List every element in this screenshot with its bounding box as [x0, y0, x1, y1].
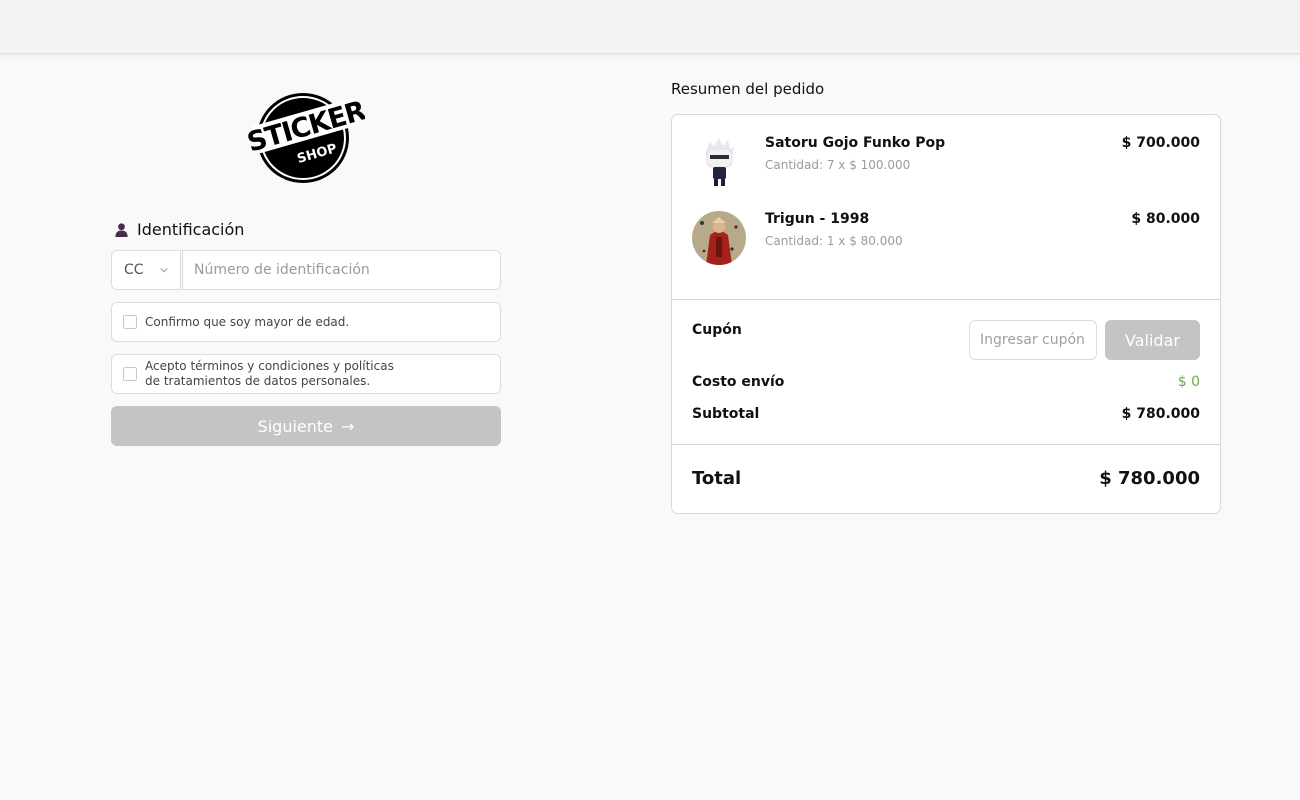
item-quantity: Cantidad: 7 x $ 100.000 — [765, 158, 911, 172]
item-name: Satoru Gojo Funko Pop — [765, 135, 946, 151]
coupon-label: Cupón — [692, 322, 742, 338]
top-bar — [0, 0, 1300, 54]
identification-title: Identificación — [137, 220, 245, 239]
id-number-input[interactable] — [182, 250, 501, 290]
item-price: $ 80.000 — [1131, 211, 1200, 227]
order-totals: Cupón Validar Costo envío $ 0 Subtotal $… — [672, 300, 1220, 445]
order-summary-title: Resumen del pedido — [671, 80, 825, 98]
item-price: $ 700.000 — [1121, 135, 1200, 151]
identification-heading: Identificación — [114, 220, 501, 239]
next-button-label: Siguiente — [257, 416, 334, 436]
shipping-label: Costo envío — [692, 374, 785, 390]
total-row: Total $ 780.000 — [672, 445, 1220, 513]
order-items: Satoru Gojo Funko Pop Cantidad: 7 x $ 10… — [672, 115, 1220, 300]
validate-coupon-button[interactable]: Validar — [1105, 320, 1200, 360]
logo-container: STICKER SHOP — [109, 90, 501, 186]
subtotal-label: Subtotal — [692, 406, 760, 422]
age-confirm-checkbox[interactable] — [123, 315, 137, 329]
shipping-value: $ 0 — [1177, 374, 1200, 390]
arrow-right-icon: → — [341, 416, 355, 436]
subtotal-value: $ 780.000 — [1121, 406, 1200, 422]
item-name: Trigun - 1998 — [765, 211, 870, 227]
age-confirm-label: Confirmo que soy mayor de edad. — [145, 315, 350, 329]
total-value: $ 780.000 — [1099, 468, 1200, 489]
total-label: Total — [692, 468, 742, 489]
terms-label: Acepto términos y condiciones y política… — [145, 359, 394, 389]
coupon-input[interactable] — [969, 320, 1097, 360]
identification-panel: STICKER SHOP Identificación CC Confirmo … — [111, 90, 501, 446]
user-icon — [115, 223, 128, 237]
order-item: Trigun - 1998 Cantidad: 1 x $ 80.000 $ 8… — [692, 211, 1200, 271]
item-quantity: Cantidad: 1 x $ 80.000 — [765, 234, 903, 248]
document-type-value: CC — [124, 262, 144, 278]
age-confirm-field[interactable]: Confirmo que soy mayor de edad. — [111, 302, 501, 342]
terms-label-line2: de tratamientos de datos personales. — [145, 374, 371, 388]
terms-checkbox[interactable] — [123, 367, 137, 381]
order-summary-card: Satoru Gojo Funko Pop Cantidad: 7 x $ 10… — [671, 114, 1221, 514]
trigun-thumbnail — [692, 211, 746, 265]
terms-label-line1: Acepto términos y condiciones y política… — [145, 359, 394, 373]
chevron-down-icon — [160, 268, 168, 273]
order-item: Satoru Gojo Funko Pop Cantidad: 7 x $ 10… — [692, 135, 1200, 195]
funko-pop-thumbnail — [692, 135, 746, 189]
sticker-shop-logo: STICKER SHOP — [245, 93, 365, 183]
next-button[interactable]: Siguiente → — [111, 406, 501, 446]
terms-field[interactable]: Acepto términos y condiciones y política… — [111, 354, 501, 394]
id-row: CC — [111, 250, 501, 290]
document-type-select[interactable]: CC — [111, 250, 181, 290]
